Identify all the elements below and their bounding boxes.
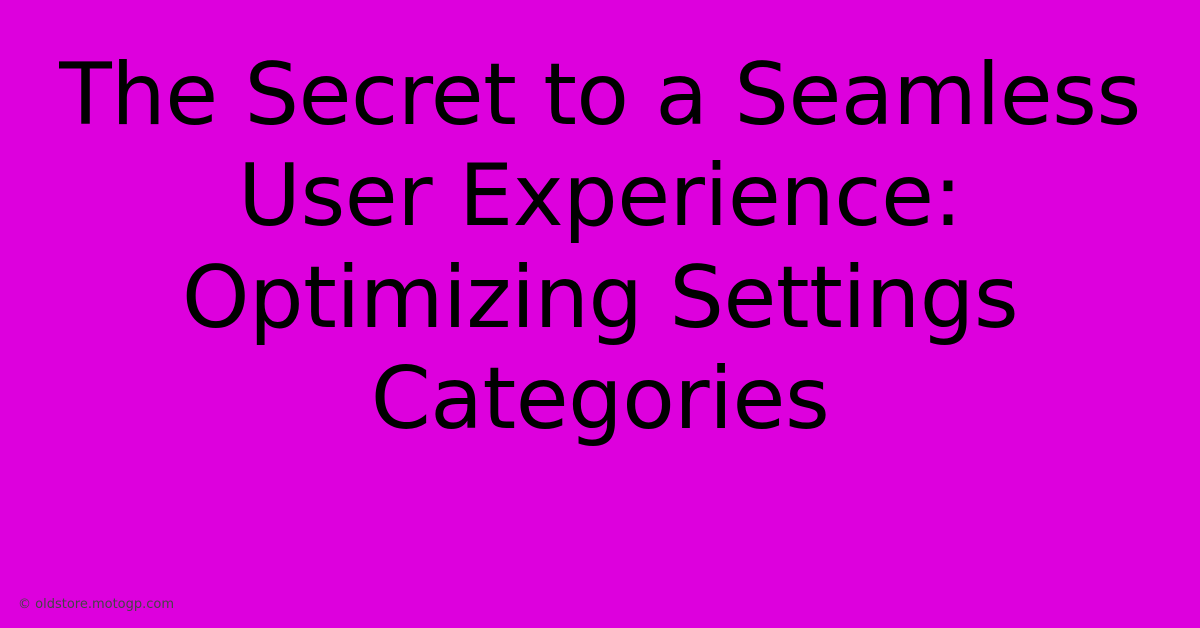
headline-text: The Secret to a Seamless User Experience…	[0, 45, 1200, 451]
attribution-text: © oldstore.motogp.com	[18, 597, 174, 612]
